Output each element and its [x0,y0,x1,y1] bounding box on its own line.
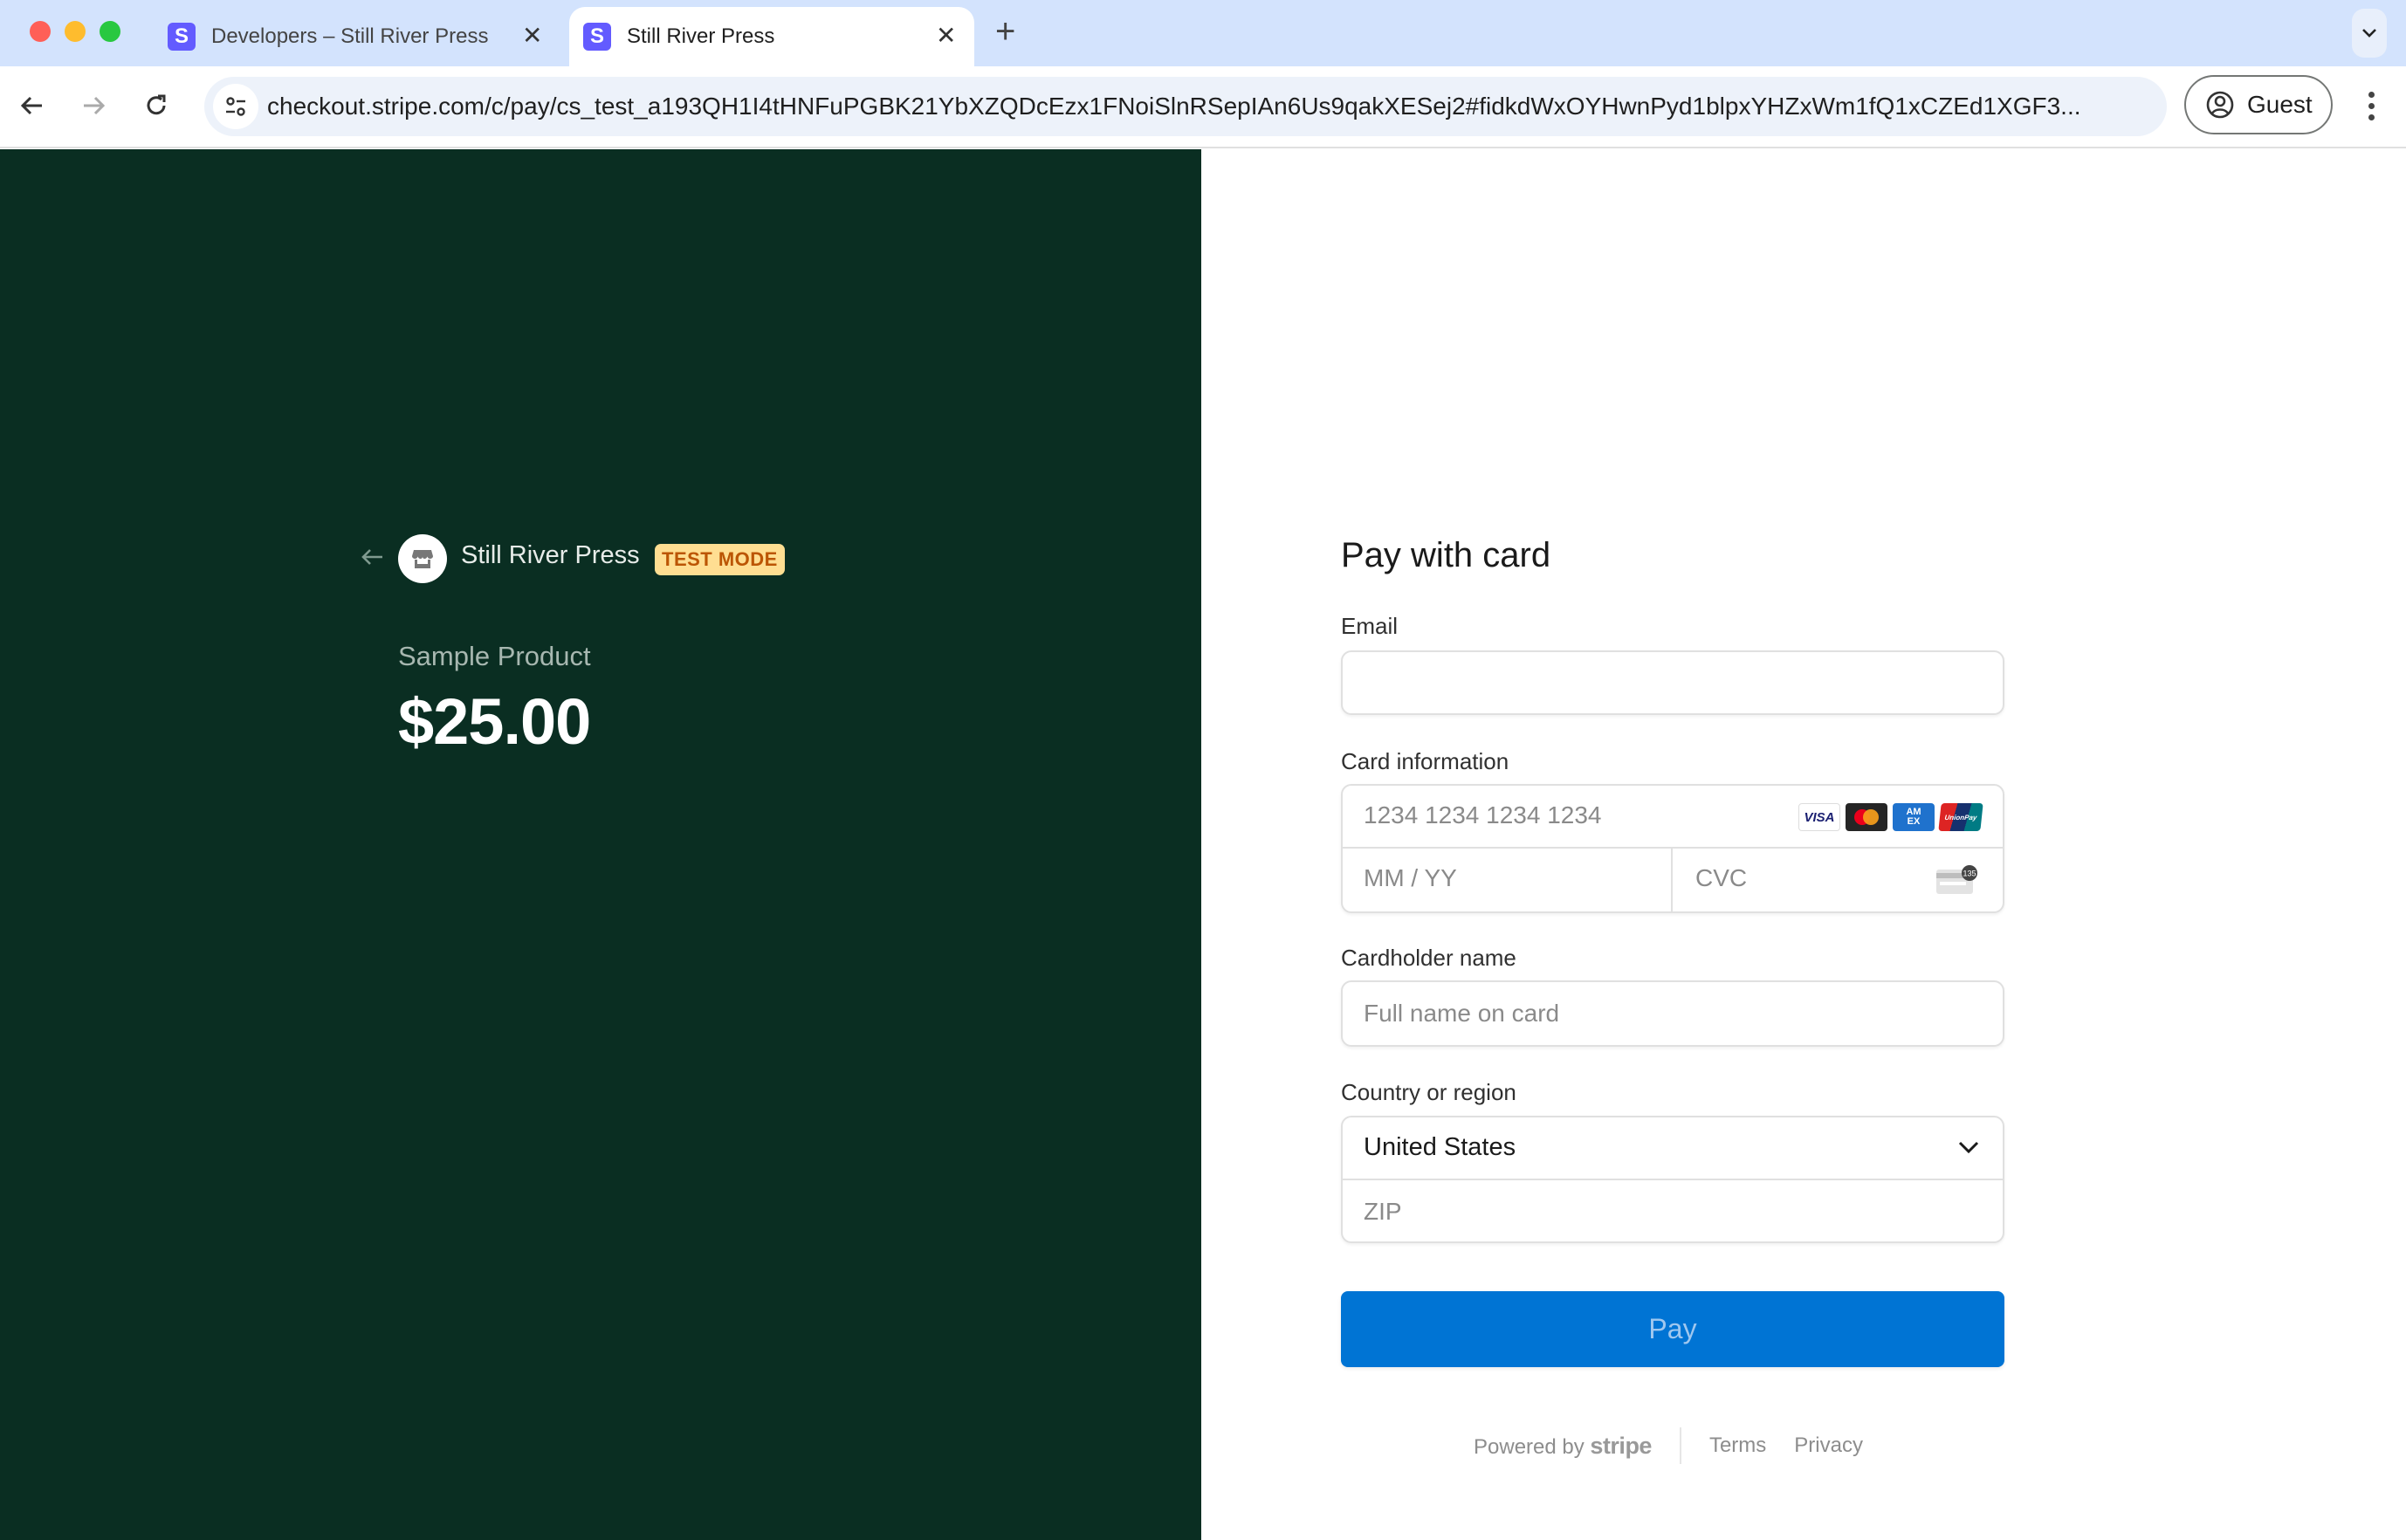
close-tab-icon[interactable]: ✕ [522,21,542,50]
tab-developers[interactable]: S Developers – Still River Press ✕ [166,7,567,66]
close-tab-icon[interactable]: ✕ [936,21,956,50]
tab-still-river-press[interactable]: S Still River Press ✕ [569,7,974,66]
cardholder-placeholder: Full name on card [1364,1000,1560,1027]
footer-divider [1679,1427,1681,1464]
account-circle-icon [2206,91,2234,119]
pay-button[interactable]: Pay [1341,1291,2004,1367]
kebab-menu-icon [2368,91,2375,98]
expiry-field[interactable]: MM / YY [1343,849,1673,911]
new-tab-button[interactable]: + [995,12,1015,52]
stripe-favicon-icon: S [168,23,196,51]
chevron-down-icon [1958,1141,1979,1154]
arrow-left-icon [361,549,382,565]
powered-by-stripe[interactable]: Powered by stripe [1474,1433,1652,1460]
amex-icon: AM EX [1893,803,1935,831]
checkout-footer: Powered by stripe Terms Privacy [1474,1427,1891,1464]
cvc-card-icon: 135 [1936,865,1977,894]
powered-by-label: Powered by [1474,1434,1585,1459]
country-label: Country or region [1341,1079,1516,1105]
back-to-merchant-button[interactable] [358,543,386,571]
close-window-button[interactable] [30,21,51,42]
privacy-link[interactable]: Privacy [1794,1433,1863,1458]
arrow-right-icon [84,96,106,115]
cvc-field[interactable]: CVC 135 [1674,849,2003,911]
cardholder-name-label: Cardholder name [1341,945,1516,971]
stripe-favicon-icon: S [583,23,611,51]
minimize-window-button[interactable] [65,21,86,42]
terms-link[interactable]: Terms [1709,1433,1766,1458]
visa-icon: VISA [1798,803,1840,831]
tune-icon [226,97,245,116]
address-group: United States ZIP [1341,1116,2004,1243]
maximize-window-button[interactable] [100,21,120,42]
cardholder-name-field[interactable]: Full name on card [1341,980,2004,1047]
country-selected-value: United States [1364,1133,1516,1161]
zip-field[interactable]: ZIP [1343,1180,2003,1243]
mastercard-icon [1846,803,1887,831]
card-information-group: 1234 1234 1234 1234 VISA AM EX UnionPay M… [1341,784,2004,913]
total-price: $25.00 [398,685,591,758]
reload-icon [147,94,166,115]
order-summary-panel [0,149,1201,1540]
forward-button[interactable] [72,84,115,127]
merchant-logo [398,534,447,583]
cvc-placeholder: CVC [1695,864,1748,891]
chevron-down-icon [2362,29,2376,38]
url-text[interactable]: checkout.stripe.com/c/pay/cs_test_a193QH… [267,77,2153,136]
store-icon [412,550,433,568]
test-mode-badge: TEST MODE [655,544,785,575]
zip-placeholder: ZIP [1364,1198,1402,1225]
card-information-label: Card information [1341,748,1509,774]
email-label: Email [1341,613,1399,639]
tab-title: Developers – Still River Press [211,24,489,48]
unionpay-icon: UnionPay [1938,803,1983,831]
country-select[interactable]: United States [1343,1117,2003,1180]
card-number-placeholder: 1234 1234 1234 1234 [1364,801,1602,828]
address-bar[interactable]: checkout.stripe.com/c/pay/cs_test_a193QH… [204,77,2167,136]
cvc-hint-text: 135 [1963,870,1976,878]
profile-label: Guest [2247,91,2313,118]
site-info-button[interactable] [213,84,258,129]
product-name: Sample Product [398,641,591,671]
card-number-field[interactable]: 1234 1234 1234 1234 VISA AM EX UnionPay [1343,786,2003,849]
browser-tab-bar: S Developers – Still River Press ✕ S Sti… [0,0,2406,66]
profile-button[interactable]: Guest [2184,75,2333,134]
expiry-placeholder: MM / YY [1364,864,1457,891]
email-field[interactable] [1341,650,2004,715]
merchant-name: Still River Press [461,541,640,569]
tab-title: Still River Press [627,24,775,48]
card-brands: VISA AM EX UnionPay [1798,803,1983,831]
back-button[interactable] [10,84,54,127]
tab-search-button[interactable] [2352,9,2387,58]
stripe-logo: stripe [1590,1432,1652,1459]
reload-button[interactable] [134,84,178,127]
browser-toolbar: checkout.stripe.com/c/pay/cs_test_a193QH… [0,66,2406,148]
arrow-left-icon [20,96,42,115]
browser-menu-button[interactable] [2357,84,2385,127]
form-title: Pay with card [1341,536,1551,574]
